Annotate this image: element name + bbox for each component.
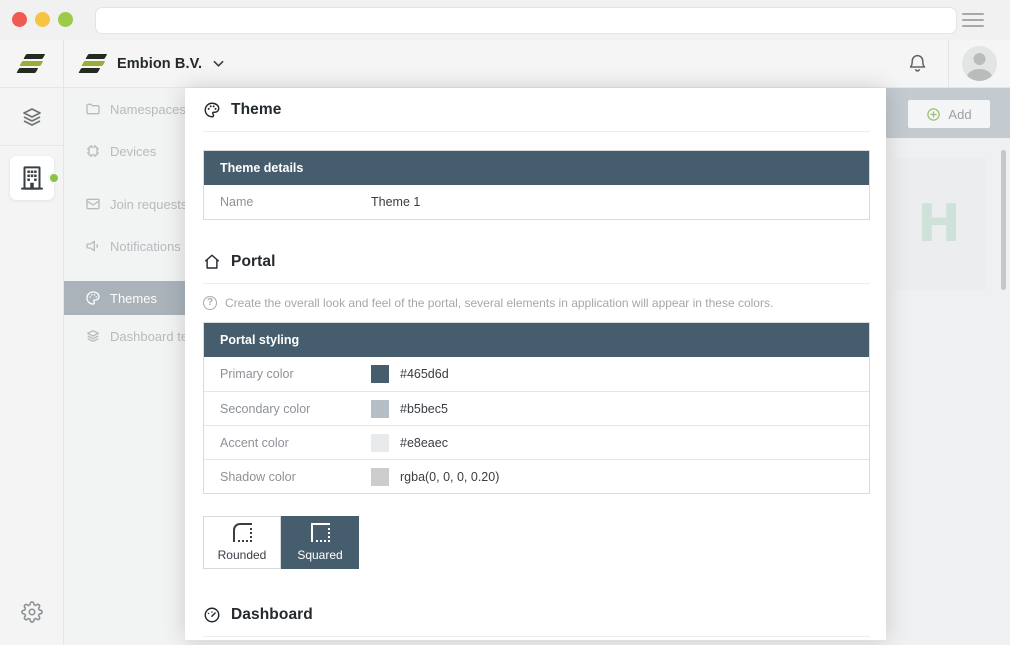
envelope-icon: [85, 196, 101, 212]
megaphone-icon: [85, 238, 101, 254]
palette-icon: [203, 101, 221, 119]
add-theme-button[interactable]: Add: [908, 100, 990, 128]
chevron-down-icon: [213, 60, 224, 68]
squared-corner-icon: [311, 523, 330, 542]
page-scrollbar-thumb[interactable]: [1001, 150, 1006, 290]
theme-section-header: Theme: [203, 98, 870, 122]
primary-color-row[interactable]: Primary color #465d6d: [204, 357, 869, 391]
shadow-color-value: rgba(0, 0, 0, 0.20): [400, 470, 499, 484]
layers-icon: [20, 105, 44, 129]
secondary-color-label: Secondary color: [220, 402, 371, 416]
minimize-window-button[interactable]: [35, 12, 50, 27]
bell-icon: [907, 53, 928, 74]
sidebar-item-label: Notifications: [110, 239, 181, 254]
sidebar-item-dashboard-templates[interactable]: Dashboard te: [64, 315, 185, 357]
theme-section-title: Theme: [231, 101, 281, 119]
sidebar-item-join-requests[interactable]: Join requests: [64, 183, 185, 225]
secondary-color-value: #b5bec5: [400, 402, 448, 416]
palette-icon: [85, 290, 101, 306]
window-controls: [12, 12, 73, 27]
browser-menu-icon[interactable]: [962, 13, 984, 27]
building-icon: [17, 163, 47, 193]
browser-chrome: [0, 0, 1010, 40]
help-icon: ?: [203, 296, 217, 310]
portal-help-text: Create the overall look and feel of the …: [225, 296, 773, 310]
embion-logo-icon: [81, 54, 106, 73]
corner-style-toggle: Rounded Squared: [203, 516, 870, 569]
gear-icon: [21, 601, 43, 623]
layers-icon: [85, 328, 101, 344]
theme-editor-panel: Theme Theme details Name Theme 1 Portal …: [185, 88, 886, 640]
table-header: Portal styling: [204, 323, 869, 357]
name-row[interactable]: Name Theme 1: [204, 185, 869, 219]
rounded-option-button[interactable]: Rounded: [203, 516, 281, 569]
avatar: [962, 46, 997, 81]
user-menu-button[interactable]: [948, 40, 1010, 88]
sidebar-item-label: Devices: [110, 144, 156, 159]
secondary-sidebar: Namespaces Devices Join requests Notific…: [64, 88, 185, 645]
chip-icon: [85, 143, 101, 159]
workspace: Namespaces Devices Join requests Notific…: [64, 88, 1010, 645]
sidebar-item-stack[interactable]: [0, 88, 63, 146]
secondary-color-swatch[interactable]: [371, 400, 389, 418]
url-bar[interactable]: [95, 7, 957, 34]
app-logo[interactable]: [0, 40, 64, 88]
primary-color-value: #465d6d: [400, 367, 449, 381]
secondary-color-row[interactable]: Secondary color #b5bec5: [204, 391, 869, 425]
status-dot: [48, 172, 60, 184]
theme-card-logo: H: [917, 194, 961, 254]
gauge-icon: [203, 606, 221, 624]
portal-help: ? Create the overall look and feel of th…: [203, 296, 870, 310]
rounded-corner-icon: [233, 523, 252, 542]
sidebar-item-devices[interactable]: Devices: [64, 130, 185, 172]
settings-button[interactable]: [0, 601, 63, 623]
portal-section-title: Portal: [231, 253, 276, 271]
dashboard-section-title: Dashboard: [231, 606, 313, 624]
shadow-color-swatch[interactable]: [371, 468, 389, 486]
table-header: Theme details: [204, 151, 869, 185]
sidebar-item-organization[interactable]: [10, 156, 54, 200]
primary-color-swatch[interactable]: [371, 365, 389, 383]
accent-color-value: #e8eaec: [400, 436, 448, 450]
organization-selector[interactable]: Embion B.V.: [64, 54, 224, 73]
primary-color-label: Primary color: [220, 367, 371, 381]
portal-styling-table: Portal styling Primary color #465d6d Sec…: [203, 322, 870, 494]
sidebar-item-label: Join requests: [110, 197, 185, 212]
sidebar-item-label: Dashboard te: [110, 329, 185, 344]
theme-details-table: Theme details Name Theme 1: [203, 150, 870, 220]
add-button-label: Add: [948, 107, 971, 122]
rounded-option-label: Rounded: [218, 548, 267, 562]
app-header: Embion B.V.: [0, 40, 1010, 88]
accent-color-swatch[interactable]: [371, 434, 389, 452]
divider: [203, 131, 870, 132]
sidebar-item-themes[interactable]: Themes: [64, 281, 185, 315]
accent-color-label: Accent color: [220, 436, 371, 450]
shadow-color-label: Shadow color: [220, 470, 371, 484]
folder-icon: [85, 101, 101, 117]
sidebar-item-label: Themes: [110, 291, 157, 306]
plus-circle-icon: [926, 107, 941, 122]
organization-name: Embion B.V.: [117, 56, 202, 72]
squared-option-button[interactable]: Squared: [281, 516, 359, 569]
accent-color-row[interactable]: Accent color #e8eaec: [204, 425, 869, 459]
sidebar-item-namespaces[interactable]: Namespaces: [64, 88, 185, 130]
sidebar-item-notifications[interactable]: Notifications: [64, 225, 185, 267]
divider: [203, 283, 870, 284]
squared-option-label: Squared: [297, 548, 342, 562]
dashboard-section-header: Dashboard: [203, 603, 870, 627]
theme-card: H: [893, 158, 985, 290]
shadow-color-row[interactable]: Shadow color rgba(0, 0, 0, 0.20): [204, 459, 869, 493]
embion-logo-icon: [19, 54, 44, 73]
divider: [203, 636, 870, 637]
name-label: Name: [220, 195, 371, 209]
sidebar-item-label: Namespaces: [110, 102, 185, 117]
notifications-bell-button[interactable]: [886, 53, 948, 74]
home-icon: [203, 253, 221, 271]
maximize-window-button[interactable]: [58, 12, 73, 27]
close-window-button[interactable]: [12, 12, 27, 27]
primary-sidebar: [0, 88, 64, 645]
name-value: Theme 1: [371, 195, 420, 209]
portal-section-header: Portal: [203, 250, 870, 274]
